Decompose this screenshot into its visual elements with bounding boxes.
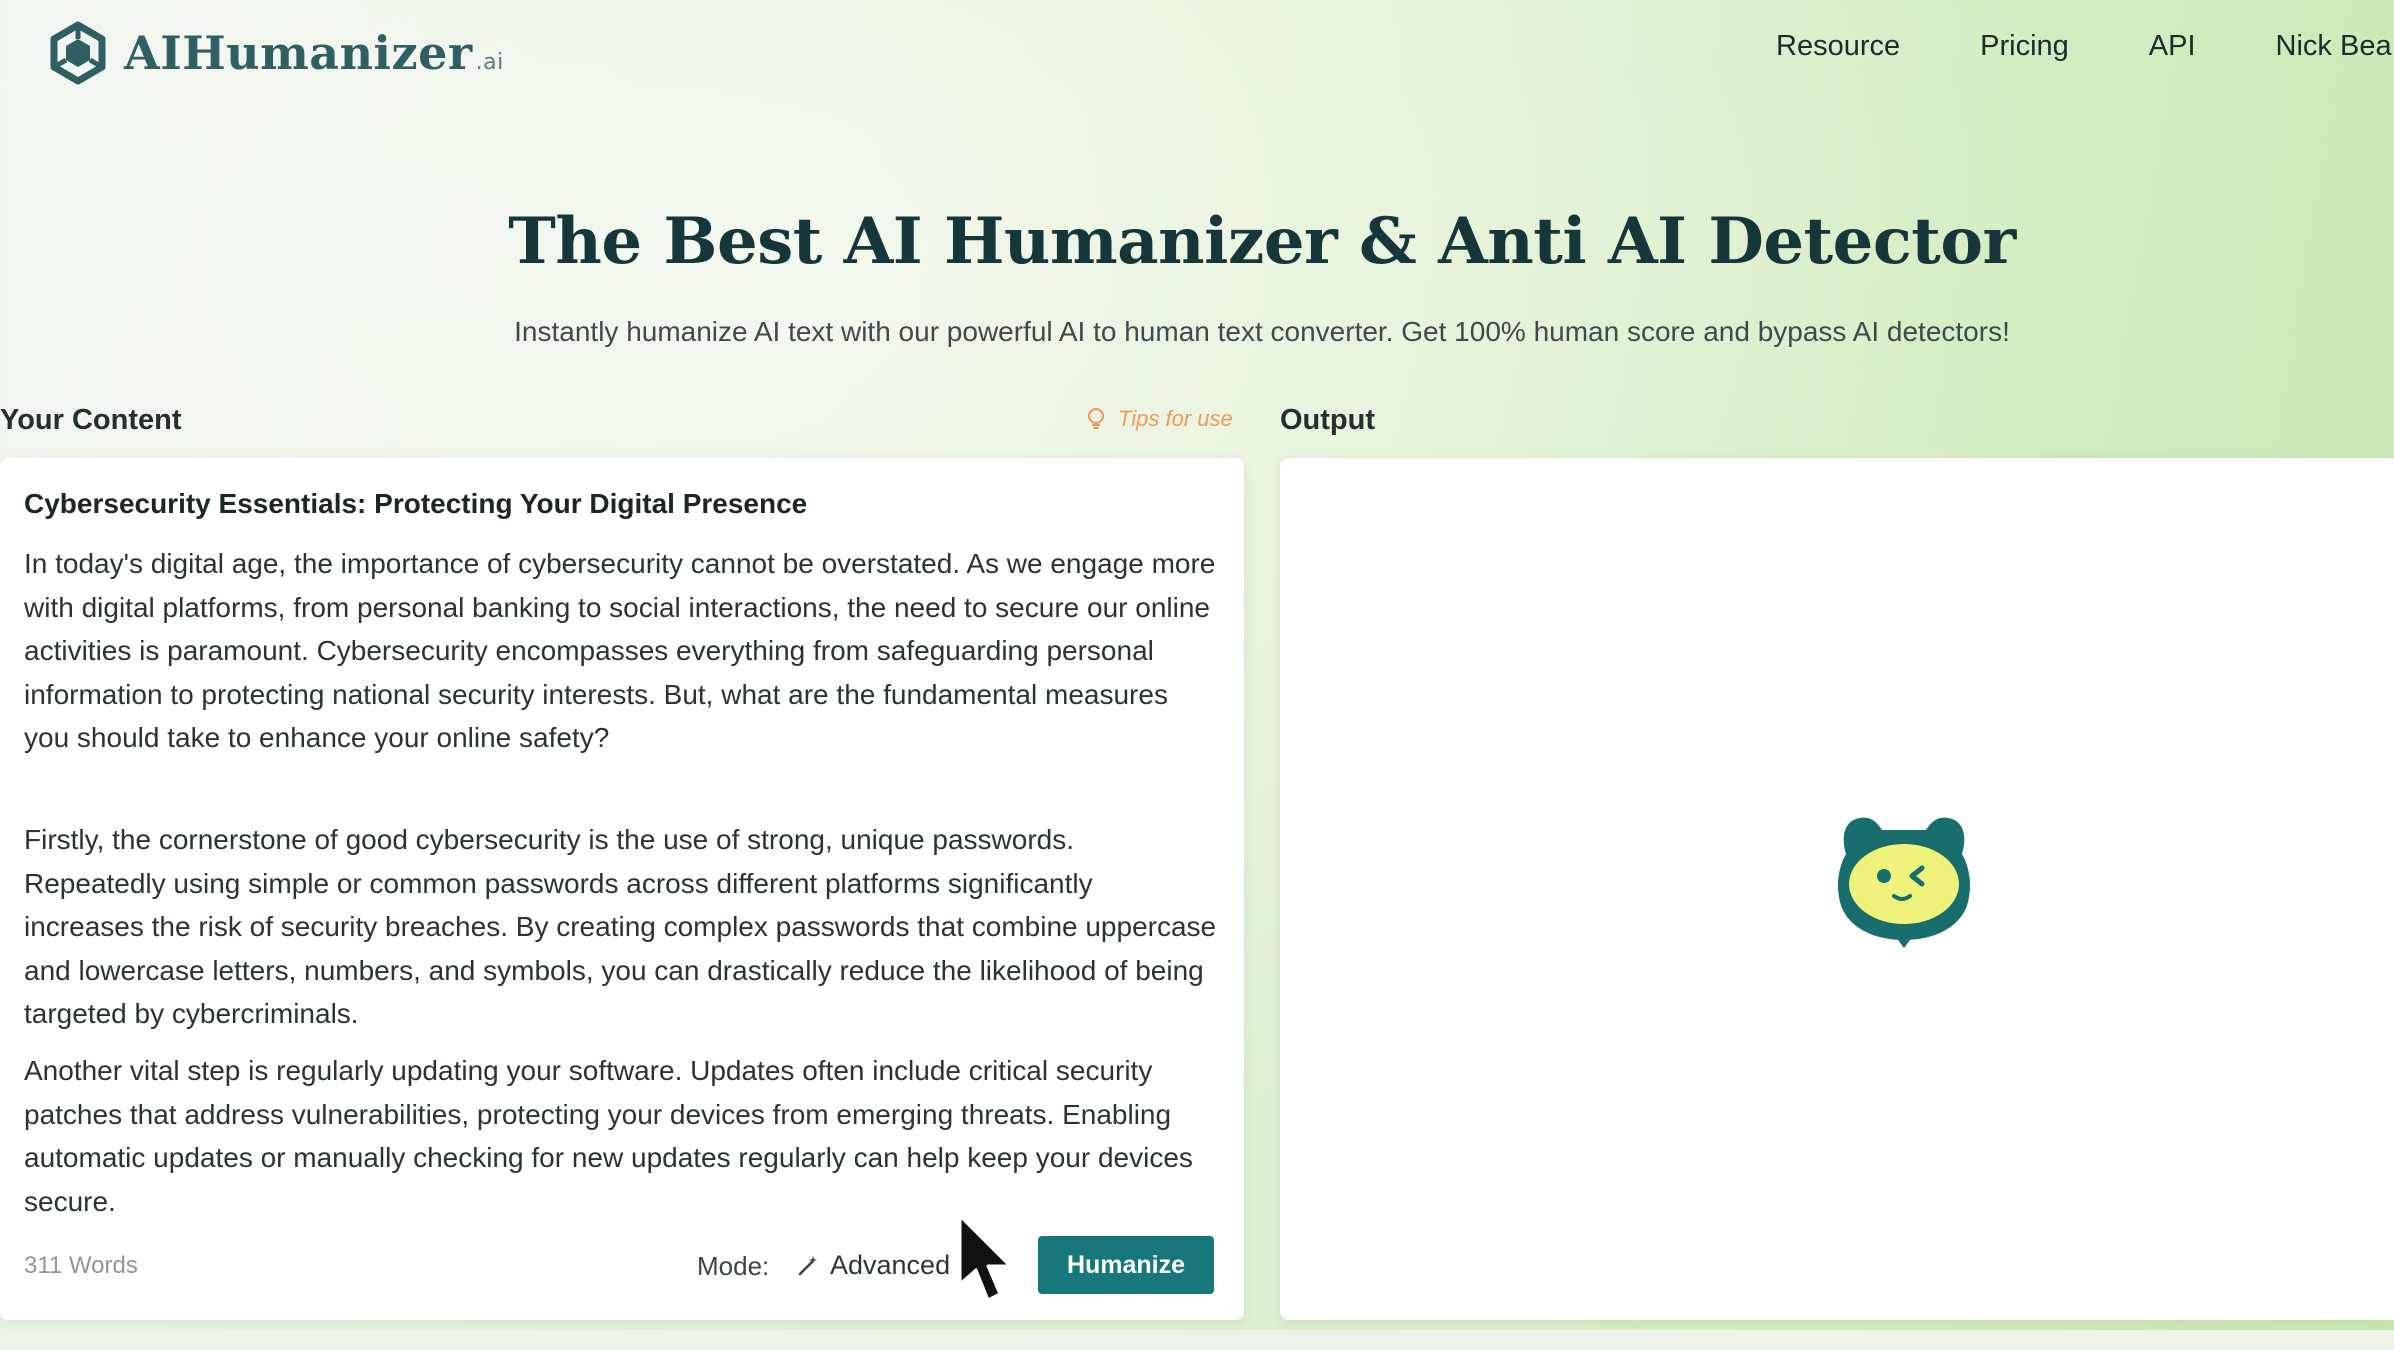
tips-link[interactable]: Tips for use	[1084, 406, 1233, 432]
mouse-cursor-icon	[958, 1214, 1012, 1302]
mode-value: Advanced	[830, 1250, 951, 1280]
paragraph-3: Another vital step is regularly updating…	[24, 1055, 1193, 1217]
nav-account[interactable]: Nick Bea	[2276, 30, 2392, 63]
lightbulb-icon	[1088, 408, 1104, 429]
paragraph-2: Firstly, the cornerstone of good cyberse…	[24, 824, 1217, 1029]
humanize-button[interactable]: Humanize	[1038, 1236, 1214, 1294]
site-header: AIHumanizer .ai Resource Pricing API Nick…	[0, 0, 2394, 110]
nav-pricing[interactable]: Pricing	[1980, 30, 2069, 63]
mode-label: Mode:	[697, 1251, 770, 1281]
site-logo[interactable]: AIHumanizer .ai	[46, 18, 504, 88]
mascot-loading-icon	[1838, 817, 1970, 948]
paragraph-1: In today's digital age, the importance o…	[24, 548, 1216, 753]
nav-api[interactable]: API	[2149, 30, 2196, 63]
output-area	[1280, 458, 2394, 1320]
input-label: Your Content	[0, 404, 182, 436]
brand-suffix: .ai	[475, 50, 504, 75]
nav-resource[interactable]: Resource	[1776, 30, 1900, 63]
document-title: Cybersecurity Essentials: Protecting You…	[24, 488, 808, 519]
main-nav: Resource Pricing API Nick Bea	[1776, 30, 2392, 63]
output-label: Output	[1280, 404, 1376, 436]
magic-wand-icon	[798, 1255, 817, 1275]
hexagon-logo-icon	[50, 21, 106, 85]
content-input-area[interactable]: Cybersecurity Essentials: Protecting You…	[0, 458, 1244, 1320]
mode-selector[interactable]: Advanced	[796, 1250, 950, 1281]
hero-title: The Best AI Humanizer & Anti AI Detector	[508, 204, 2016, 279]
word-count: 311 Words	[24, 1252, 138, 1279]
hero-subtitle: Instantly humanize AI text with our powe…	[514, 316, 2010, 347]
brand-name: AIHumanizer .ai	[124, 26, 504, 80]
tips-label: Tips for use	[1118, 406, 1233, 431]
page-bottom-edge	[0, 1330, 2394, 1350]
